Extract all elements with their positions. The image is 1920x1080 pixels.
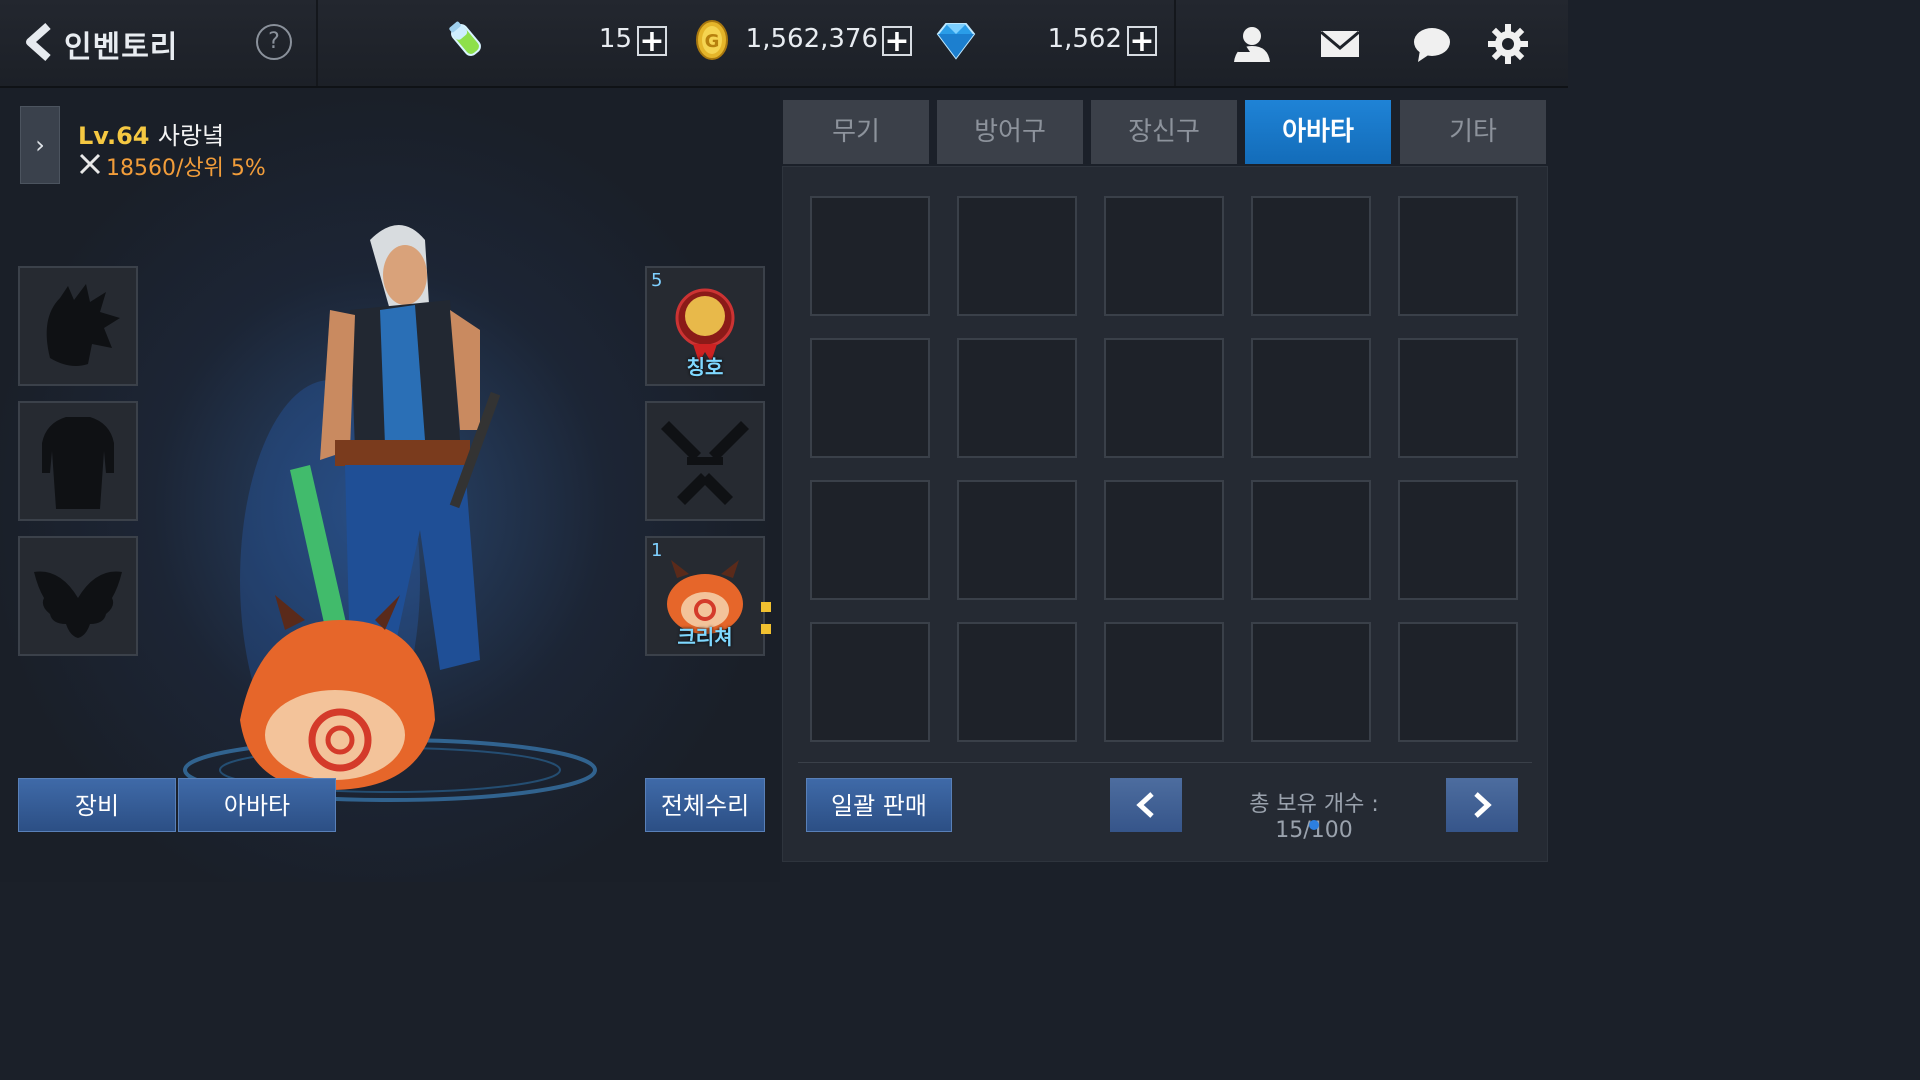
repair-all-button[interactable]: 전체수리: [645, 778, 765, 832]
tab-accessory[interactable]: 장신구: [1091, 100, 1237, 164]
inventory-slot[interactable]: [957, 338, 1077, 458]
next-page-button[interactable]: [1446, 778, 1518, 832]
back-arrow-icon[interactable]: [22, 22, 56, 62]
inventory-slot[interactable]: [957, 622, 1077, 742]
inventory-slot[interactable]: [1251, 196, 1371, 316]
tab-etc[interactable]: 기타: [1400, 100, 1546, 164]
tab-armor[interactable]: 방어구: [937, 100, 1083, 164]
hair-silhouette-icon: [46, 284, 120, 366]
title-slot[interactable]: 5 칭호: [645, 266, 765, 386]
stamina-value: 15: [598, 24, 632, 54]
inventory-slot[interactable]: [1398, 338, 1518, 458]
creature-star-icon: [761, 602, 771, 612]
friend-icon[interactable]: [1228, 22, 1272, 66]
equip-button[interactable]: 장비: [18, 778, 176, 832]
help-icon[interactable]: ?: [256, 24, 292, 60]
add-stamina-button[interactable]: +: [637, 26, 667, 57]
gold-value: 1,562,376: [745, 24, 878, 54]
divider: [316, 0, 318, 86]
inventory-slot[interactable]: [1398, 622, 1518, 742]
inventory-slot[interactable]: [1104, 480, 1224, 600]
inventory-slot[interactable]: [957, 196, 1077, 316]
inventory-slot[interactable]: [810, 196, 930, 316]
diamond-icon: [936, 23, 976, 60]
title-slot-label: 칭호: [686, 355, 724, 379]
inventory-slot[interactable]: [1251, 622, 1371, 742]
item-count: 총 보유 개수 : 15/100: [1249, 792, 1379, 843]
chevron-right-icon: [1474, 792, 1492, 818]
gold-coin-icon: G: [696, 20, 728, 60]
inventory-slot[interactable]: [810, 480, 930, 600]
wings-silhouette-icon: [34, 571, 122, 638]
inventory-slot[interactable]: [810, 622, 930, 742]
character-model: [183, 225, 597, 802]
tab-avatar[interactable]: 아바타: [1245, 100, 1391, 164]
inventory-slot[interactable]: [1251, 338, 1371, 458]
combat-power: 18560/상위 5%: [106, 156, 266, 181]
add-gem-button[interactable]: +: [1127, 26, 1157, 57]
character-name: 사랑녘: [157, 122, 225, 150]
inventory-slot[interactable]: [1398, 196, 1518, 316]
divider: [1174, 0, 1176, 86]
weapon-slot[interactable]: [645, 401, 765, 521]
tab-weapon[interactable]: 무기: [783, 100, 929, 164]
page-indicator-dot: [1309, 820, 1319, 830]
bulk-sell-button[interactable]: 일괄 판매: [806, 778, 952, 832]
top-bar: 인벤토리 ? 15 + G 1,562,376 + 1,562 +: [0, 0, 1568, 88]
inventory-slot[interactable]: [1398, 480, 1518, 600]
hair-slot[interactable]: [18, 266, 138, 386]
divider: [798, 762, 1532, 763]
inventory-slot[interactable]: [1104, 196, 1224, 316]
creature-slot-label: 크리쳐: [677, 625, 733, 649]
body-slot[interactable]: [18, 401, 138, 521]
chevron-left-icon: [1136, 792, 1154, 818]
gem-value: 1,562: [1047, 24, 1122, 54]
add-gold-button[interactable]: +: [882, 26, 912, 57]
crossed-swords-silhouette-icon: [661, 421, 749, 505]
inventory-slot[interactable]: [957, 480, 1077, 600]
chat-icon[interactable]: [1410, 22, 1454, 66]
crossed-swords-icon: [79, 153, 101, 175]
inventory-slot[interactable]: [810, 338, 930, 458]
inventory-slot[interactable]: [1104, 338, 1224, 458]
page-title: 인벤토리: [64, 30, 179, 65]
inventory-slot[interactable]: [1251, 480, 1371, 600]
creature-slot[interactable]: 1 크리쳐: [645, 536, 771, 656]
wings-slot[interactable]: [18, 536, 138, 656]
creature-star-icon: [761, 624, 771, 634]
character-level: Lv.64: [78, 122, 150, 150]
prev-page-button[interactable]: [1110, 778, 1182, 832]
stamina-potion-icon: [449, 21, 481, 56]
mail-icon[interactable]: [1318, 22, 1362, 66]
svg-text:G: G: [705, 31, 720, 52]
character-level-name: Lv.64 사랑녘: [78, 116, 224, 151]
inventory-slot[interactable]: [1104, 622, 1224, 742]
character-select-button[interactable]: ›: [20, 106, 60, 184]
avatar-button[interactable]: 아바타: [178, 778, 336, 832]
body-silhouette-icon: [42, 417, 114, 509]
settings-gear-icon[interactable]: [1486, 22, 1530, 66]
